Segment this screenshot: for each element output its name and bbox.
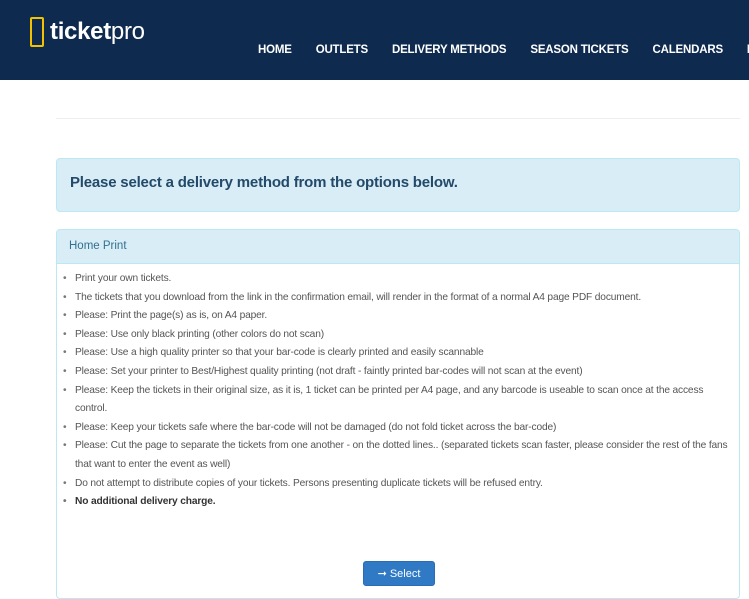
alert-message: Please select a delivery method from the… [70, 174, 458, 191]
nav-outlets[interactable]: OUTLETS [316, 44, 368, 56]
arrow-right-icon: ➞ [377, 568, 387, 580]
list-item: Please: Use only black printing (other c… [57, 326, 739, 345]
instructions-list: Print your own tickets. The tickets that… [57, 264, 739, 512]
list-item: The tickets that you download from the l… [57, 289, 739, 308]
list-item: Please: Cut the page to separate the tic… [57, 437, 739, 474]
logo-text-bold: ticket [50, 18, 111, 45]
select-label: Select [389, 567, 421, 580]
list-item-delivery-charge: No additional delivery charge. [57, 493, 739, 512]
select-button[interactable]: ➞ Select [363, 561, 435, 586]
panel-title: Home Print [69, 240, 127, 252]
ticketpro-logo[interactable]: ticket pro [30, 15, 145, 49]
nav-calendars[interactable]: CALENDARS [653, 44, 724, 56]
list-item: Please: Print the page(s) as is, on A4 p… [57, 307, 739, 326]
list-item: Please: Set your printer to Best/Highest… [57, 363, 739, 382]
nav-season-tickets[interactable]: SEASON TICKETS [530, 44, 628, 56]
main-nav: HOME OUTLETS DELIVERY METHODS SEASON TIC… [258, 44, 749, 56]
panel-heading: Home Print [57, 230, 739, 264]
top-navbar: ticket pro HOME OUTLETS DELIVERY METHODS … [0, 0, 749, 80]
list-item: Please: Use a high quality printer so th… [57, 344, 739, 363]
logo-text-light: pro [110, 18, 145, 45]
delivery-option-panel: Home Print Print your own tickets. The t… [56, 229, 740, 599]
logo-mark-icon [30, 17, 44, 47]
nav-home[interactable]: HOME [258, 44, 292, 56]
list-item: Print your own tickets. [57, 270, 739, 289]
list-item: Please: Keep the tickets in their origin… [57, 382, 739, 419]
list-item: Please: Keep your tickets safe where the… [57, 419, 739, 438]
info-alert: Please select a delivery method from the… [56, 158, 740, 212]
nav-delivery-methods[interactable]: DELIVERY METHODS [392, 44, 507, 56]
list-item: Do not attempt to distribute copies of y… [57, 475, 739, 494]
divider [56, 118, 740, 119]
